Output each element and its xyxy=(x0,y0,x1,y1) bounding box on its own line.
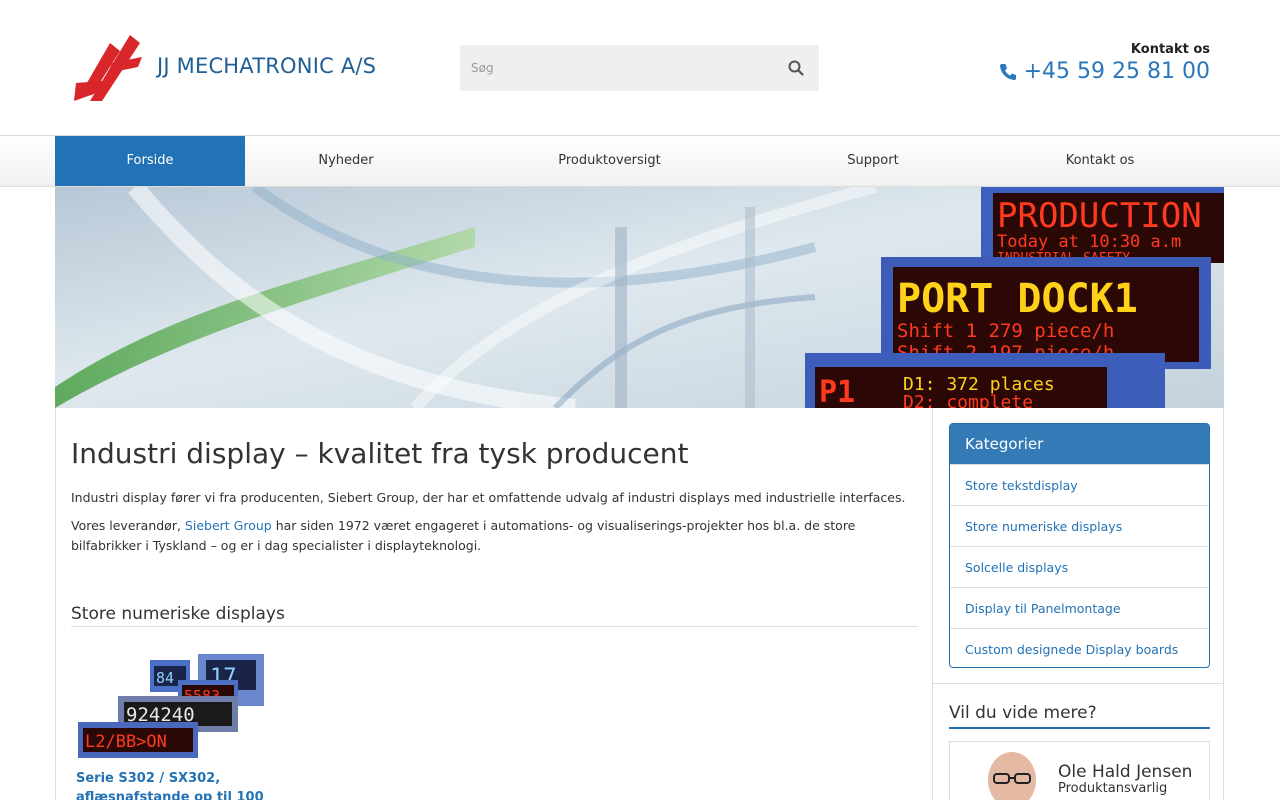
search-icon[interactable] xyxy=(787,59,805,77)
sidebar-divider xyxy=(933,683,1223,684)
category-store-tekstdisplay[interactable]: Store tekstdisplay xyxy=(950,464,1209,505)
person-name: Ole Hald Jensen xyxy=(1058,762,1193,782)
section-title: Store numeriske displays xyxy=(71,604,918,627)
nav-item-forside[interactable]: Forside xyxy=(55,136,245,186)
product-display-text: L2/BB>ON xyxy=(85,732,167,752)
banner-image: PRODUCTION Today at 10:30 a.m INDUSTRIAL… xyxy=(55,187,1224,408)
person-role: Produktansvarlig xyxy=(1058,781,1168,796)
search-bar xyxy=(460,45,819,91)
banner-display-text: PRODUCTION xyxy=(997,196,1202,236)
phone-icon xyxy=(999,63,1016,80)
categories-title: Kategorier xyxy=(950,424,1209,464)
main-nav: Forside Nyheder Produktoversigt Support … xyxy=(0,135,1280,187)
page-title: Industri display – kvalitet fra tysk pro… xyxy=(71,437,689,470)
banner-display-text: Today at 10:30 a.m xyxy=(997,232,1181,252)
category-display-panelmontage[interactable]: Display til Panelmontage xyxy=(950,587,1209,628)
avatar xyxy=(982,750,1042,800)
supplier-text-prefix: Vores leverandør, xyxy=(71,518,185,533)
banner-display-text: PORT DOCK1 xyxy=(897,276,1138,322)
more-info-title: Vil du vide mere? xyxy=(949,703,1210,729)
category-custom-display-boards[interactable]: Custom designede Display boards xyxy=(950,628,1209,667)
supplier-paragraph: Vores leverandør, Siebert Group har side… xyxy=(71,516,921,556)
contact-person-card: Ole Hald Jensen Produktansvarlig xyxy=(949,741,1210,800)
brand-name[interactable]: JJ MECHATRONIC A/S xyxy=(157,54,376,78)
nav-item-produktoversigt[interactable]: Produktoversigt xyxy=(447,136,772,186)
search-input[interactable] xyxy=(460,45,770,91)
intro-paragraph: Industri display fører vi fra producente… xyxy=(71,490,906,505)
nav-item-nyheder[interactable]: Nyheder xyxy=(245,136,447,186)
contact-label: Kontakt os xyxy=(1130,42,1210,57)
product-image[interactable]: 84 17 5583 924240 L2/BB>ON xyxy=(78,652,266,760)
category-store-numeriske-displays[interactable]: Store numeriske displays xyxy=(950,505,1209,546)
banner-display-text: P1 xyxy=(819,375,855,408)
categories-panel: Kategorier Store tekstdisplay Store nume… xyxy=(949,423,1210,668)
product-display-text: 84 xyxy=(156,669,174,687)
phone-link[interactable]: +45 59 25 81 00 xyxy=(998,59,1210,84)
siebert-group-link[interactable]: Siebert Group xyxy=(185,518,272,533)
category-solcelle-displays[interactable]: Solcelle displays xyxy=(950,546,1209,587)
nav-item-kontakt[interactable]: Kontakt os xyxy=(974,136,1226,186)
phone-number: +45 59 25 81 00 xyxy=(1023,59,1210,84)
banner-display-text: Shift 1 279 piece/h xyxy=(897,320,1114,342)
product-title-link[interactable]: Serie S302 / SX302, aflæsnafstande op ti… xyxy=(76,769,266,800)
jj-logo[interactable] xyxy=(72,33,144,103)
sidebar: Kategorier Store tekstdisplay Store nume… xyxy=(932,408,1224,800)
main-content: Industri display – kvalitet fra tysk pro… xyxy=(55,408,933,800)
banner-display-text: D2: complete xyxy=(903,392,1033,408)
nav-item-support[interactable]: Support xyxy=(772,136,974,186)
site-header: JJ MECHATRONIC A/S Kontakt os +45 59 25 … xyxy=(0,0,1280,135)
hero-banner: PRODUCTION Today at 10:30 a.m INDUSTRIAL… xyxy=(55,187,1224,408)
